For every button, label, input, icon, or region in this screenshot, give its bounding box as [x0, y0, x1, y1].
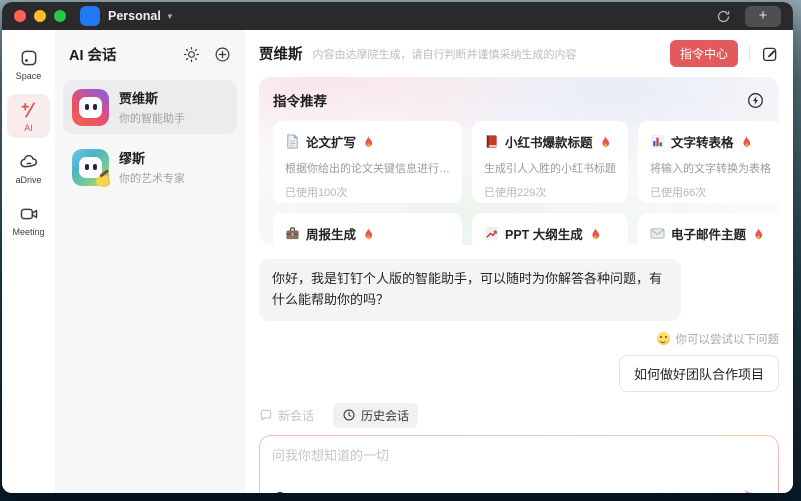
- suggestion-card-ppt-outline[interactable]: PPT 大纲生成: [472, 213, 628, 245]
- chat-main: 贾维斯 内容由达摩院生成，请自行判断并谨慎采纳生成的内容 指令中心 指令推荐: [245, 30, 793, 493]
- ai-magic-icon: [19, 100, 39, 120]
- send-button[interactable]: [744, 490, 766, 493]
- suggestion-card-text-to-table[interactable]: 文字转表格 将输入的文字转换为表格 已使用66次: [638, 121, 779, 203]
- card-title: 小红书爆款标题: [505, 132, 593, 151]
- hot-fire-icon: [362, 135, 374, 149]
- suggestion-card-email-subject[interactable]: 电子邮件主题: [638, 213, 779, 245]
- envelope-icon: [650, 226, 665, 241]
- send-shortcut-hint: ↵ 发送 / ⌘ ↵ 换行: [644, 490, 736, 493]
- palette-icon: [96, 175, 110, 187]
- new-window-button[interactable]: +: [745, 6, 781, 27]
- header-divider: [749, 46, 750, 61]
- card-usage-count: 已使用229次: [484, 184, 616, 200]
- command-center-button[interactable]: 指令中心: [670, 40, 738, 67]
- card-title: 论文扩写: [306, 132, 356, 151]
- sync-icon[interactable]: [716, 9, 731, 24]
- suggestion-card-xiaohongshu-title[interactable]: 小红书爆款标题 生成引人入胜的小红书标题 已使用229次: [472, 121, 628, 203]
- sidebar-item-space[interactable]: Space: [7, 42, 50, 86]
- app-logo: [80, 6, 100, 26]
- minimize-window-button[interactable]: [34, 10, 46, 22]
- chat-header: 贾维斯 内容由达摩院生成，请自行判断并谨慎采纳生成的内容 指令中心: [259, 30, 779, 77]
- lightbulb-icon[interactable]: [272, 490, 288, 493]
- message-input[interactable]: [272, 445, 766, 490]
- sidebar-item-label: Meeting: [12, 227, 44, 237]
- workspace-name[interactable]: Personal: [108, 9, 161, 23]
- ai-disclaimer: 内容由达摩院生成，请自行判断并谨慎采纳生成的内容: [313, 46, 670, 62]
- card-description: 根据你给出的论文关键信息进行…: [285, 160, 450, 176]
- suggestions-title: 指令推荐: [273, 90, 327, 110]
- conversation-subtitle: 你的艺术专家: [119, 170, 185, 186]
- briefcase-icon: [285, 226, 300, 241]
- hot-fire-icon: [599, 135, 611, 149]
- titlebar: Personal ▼ +: [2, 2, 793, 30]
- zoom-window-button[interactable]: [54, 10, 66, 22]
- sidebar-item-label: AI: [24, 123, 33, 133]
- sidebar-item-label: Space: [16, 71, 42, 81]
- space-icon: [19, 48, 39, 68]
- settings-gear-icon[interactable]: [183, 46, 200, 63]
- suggested-question-button[interactable]: 如何做好团队合作项目: [619, 355, 779, 392]
- hot-fire-icon: [362, 227, 374, 241]
- card-title: 电子邮件主题: [671, 224, 746, 243]
- sidebar-item-meeting[interactable]: Meeting: [7, 198, 50, 242]
- sidebar-item-adrive[interactable]: aDrive: [7, 146, 50, 190]
- close-window-button[interactable]: [14, 10, 26, 22]
- compose-edit-icon[interactable]: [761, 45, 779, 63]
- chat-title: 贾维斯: [259, 43, 303, 64]
- card-title: 文字转表格: [671, 132, 734, 151]
- panel-title: AI 会话: [69, 44, 169, 65]
- composer: ↵ 发送 / ⌘ ↵ 换行: [259, 435, 779, 493]
- workspace-dropdown-caret-icon[interactable]: ▼: [166, 12, 174, 21]
- nav-rail: Space AI aDrive Meeting: [2, 30, 55, 493]
- assistant-message-bubble: 你好，我是钉钉个人版的智能助手，可以随时为你解答各种问题，有什么能帮助你的吗？: [259, 259, 681, 321]
- card-description: 将输入的文字转换为表格: [650, 160, 771, 176]
- suggestion-cards: 论文扩写 根据你给出的论文关键信息进行… 已使用100次: [273, 121, 765, 245]
- new-chat-label: 新会话: [278, 407, 314, 424]
- red-book-icon: [484, 134, 499, 149]
- try-hint-text: 你可以尝试以下问题: [676, 331, 780, 347]
- traffic-lights: [14, 10, 66, 22]
- history-button[interactable]: 历史会话: [333, 403, 418, 428]
- bar-chart-icon: [650, 134, 665, 149]
- try-hint-row: 你可以尝试以下问题: [259, 331, 779, 347]
- new-chat-button[interactable]: 新会话: [259, 403, 323, 428]
- conversation-item-muse[interactable]: 缪斯 你的艺术专家: [63, 140, 237, 194]
- card-usage-count: 已使用66次: [650, 184, 771, 200]
- card-description: 生成引人入胜的小红书标题: [484, 160, 616, 176]
- conversation-name: 缪斯: [119, 148, 185, 167]
- conversation-item-jarvis[interactable]: 贾维斯 你的智能助手: [63, 80, 237, 134]
- suggestion-card-paper-expand[interactable]: 论文扩写 根据你给出的论文关键信息进行… 已使用100次: [273, 121, 462, 203]
- jarvis-avatar: [72, 89, 109, 126]
- sidebar-item-ai[interactable]: AI: [7, 94, 50, 138]
- lightning-circle-icon[interactable]: [746, 91, 765, 110]
- document-icon: [285, 134, 300, 149]
- chat-bubble-icon: [259, 408, 273, 422]
- line-chart-icon: [484, 226, 499, 241]
- conversation-subtitle: 你的智能助手: [119, 110, 185, 126]
- smiley-icon: [657, 332, 670, 345]
- hot-fire-icon: [752, 227, 764, 241]
- history-clock-icon: [342, 408, 356, 422]
- prompt-suggestions-panel: 指令推荐 论文扩写: [259, 77, 779, 245]
- hot-fire-icon: [740, 135, 752, 149]
- muse-avatar: [72, 149, 109, 186]
- message-row: 你好，我是钉钉个人版的智能助手，可以随时为你解答各种问题，有什么能帮助你的吗？: [259, 259, 779, 321]
- conversation-panel: AI 会话 贾维斯 你的智能助手: [55, 30, 245, 493]
- cloud-drive-icon: [19, 152, 39, 172]
- card-title: 周报生成: [306, 224, 356, 243]
- card-usage-count: 已使用100次: [285, 184, 450, 200]
- conversation-name: 贾维斯: [119, 88, 185, 107]
- hot-fire-icon: [589, 227, 601, 241]
- session-toolbar: 新会话 历史会话: [259, 403, 779, 428]
- sidebar-item-label: aDrive: [15, 175, 41, 185]
- app-window: Personal ▼ + Space AI: [2, 2, 793, 493]
- conversation-panel-header: AI 会话: [55, 32, 245, 76]
- new-conversation-plus-icon[interactable]: [214, 46, 231, 63]
- suggestion-card-weekly-report[interactable]: 周报生成: [273, 213, 462, 245]
- card-title: PPT 大纲生成: [505, 224, 583, 243]
- video-camera-icon: [19, 204, 39, 224]
- history-label: 历史会话: [361, 407, 409, 424]
